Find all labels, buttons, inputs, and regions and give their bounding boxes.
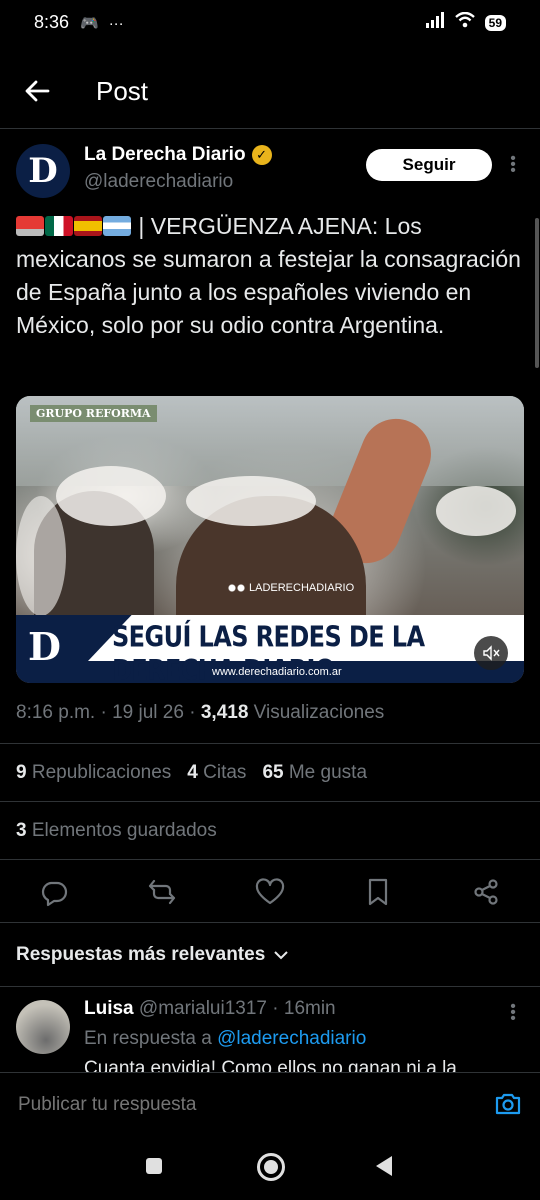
banner-logo: D: [28, 624, 61, 669]
divider: [0, 859, 540, 860]
video-foam: [56, 466, 166, 526]
tweet-video[interactable]: GRUPO REFORMA LADERECHADIARIO D SEGUÍ LA…: [16, 396, 524, 683]
saved-label: Elementos guardados: [31, 820, 217, 841]
divider: [0, 801, 540, 802]
divider: [0, 986, 540, 987]
tweet-meta: 8:16 p.m. · 19 jul 26 · 3,418 Visualizac…: [16, 702, 385, 723]
saved-count: 3: [16, 820, 27, 841]
camera-icon[interactable]: [494, 1090, 522, 1118]
replies-sort-label: Respuestas más relevantes: [16, 944, 266, 965]
divider: [0, 743, 540, 744]
reply-avatar[interactable]: [16, 1000, 70, 1054]
author-handle[interactable]: @laderechadiario: [84, 171, 233, 193]
video-watermark: LADERECHADIARIO: [228, 582, 354, 594]
divider: [0, 922, 540, 923]
reply-author-name[interactable]: Luisa: [84, 998, 134, 1019]
reply-icon[interactable]: [38, 876, 70, 908]
share-icon[interactable]: [470, 876, 502, 908]
status-notification-icons: 🎮 ···: [80, 14, 124, 33]
more-options-icon[interactable]: • • •: [508, 151, 518, 179]
back-arrow-icon[interactable]: [22, 76, 52, 106]
reposts-count: 9: [16, 762, 27, 783]
scrollbar[interactable]: [535, 218, 539, 368]
wifi-icon: [454, 11, 475, 33]
siren-emoji-icon: [16, 216, 44, 236]
banner-url: www.derechadiario.com.ar: [212, 666, 342, 678]
likes-label: Me gusta: [288, 762, 368, 783]
likes-count: 65: [262, 762, 284, 783]
avatar-letter: D: [28, 151, 58, 191]
views-count: 3,418: [200, 702, 249, 723]
tweet-time: 8:16 p.m.: [16, 702, 96, 723]
home-button-dot: [264, 1160, 278, 1174]
video-foam: [16, 496, 66, 616]
reply-header: Luisa @marialui1317 · 16min: [84, 998, 336, 1020]
status-right: 59: [425, 11, 506, 33]
recents-button[interactable]: [146, 1158, 162, 1174]
argentina-flag-icon: [103, 216, 131, 236]
tweet-date: 19 jul 26: [112, 702, 184, 723]
system-back-button[interactable]: [376, 1156, 392, 1176]
quotes-label: Citas: [203, 762, 247, 783]
replies-sort-dropdown[interactable]: Respuestas más relevantes: [16, 944, 289, 966]
views-label: Visualizaciones: [253, 702, 385, 723]
status-time: 8:36: [34, 12, 70, 32]
page-title: Post: [96, 76, 149, 106]
game-controller-icon: 🎮: [80, 15, 99, 32]
reply-to-handle-link[interactable]: @laderechadiario: [217, 1028, 366, 1049]
battery-indicator: 59: [484, 14, 506, 31]
verified-badge-icon: ✓: [251, 145, 272, 165]
repost-icon[interactable]: [146, 876, 178, 908]
reply-to-prefix: En respuesta a: [84, 1028, 212, 1049]
reply-separator: ·: [266, 998, 284, 1019]
signal-icon: [425, 12, 445, 33]
follow-button[interactable]: Seguir: [366, 149, 492, 181]
author-name[interactable]: La Derecha Diario ✓: [84, 144, 272, 166]
header-divider: [0, 128, 540, 129]
likes-stat[interactable]: 65 Me gusta: [262, 762, 367, 784]
video-foam: [436, 486, 516, 536]
reply-time: 16min: [283, 998, 336, 1019]
reply-input[interactable]: [16, 1093, 460, 1117]
mute-icon[interactable]: [474, 636, 508, 670]
reply-author-handle[interactable]: @marialui1317: [139, 998, 267, 1019]
reply-more-options-icon[interactable]: • • •: [508, 999, 518, 1027]
status-extra: ···: [108, 14, 124, 32]
quotes-count: 4: [187, 762, 198, 783]
like-heart-icon[interactable]: [254, 876, 286, 908]
quotes-stat[interactable]: 4 Citas: [187, 762, 246, 784]
bookmark-icon[interactable]: [362, 876, 394, 908]
reposts-label: Republicaciones: [31, 762, 172, 783]
mexico-flag-icon: [45, 216, 73, 236]
author-name-text: La Derecha Diario: [84, 144, 246, 165]
reposts-stat[interactable]: 9 Republicaciones: [16, 762, 171, 784]
saved-stat[interactable]: 3 Elementos guardados: [16, 820, 217, 842]
tweet-text: | VERGÜENZA AJENA: Los mexicanos se suma…: [16, 210, 521, 342]
chevron-down-icon: [274, 951, 288, 960]
spain-flag-icon: [74, 216, 102, 236]
engagement-stats: 9 Republicaciones 4 Citas 65 Me gusta: [16, 762, 367, 784]
watermark-text: LADERECHADIARIO: [249, 582, 355, 594]
reply-text: Cuanta envidia! Como ellos no ganan ni a…: [84, 1058, 457, 1072]
video-foam: [186, 476, 316, 526]
reply-context: En respuesta a @laderechadiario: [84, 1028, 366, 1050]
source-tag: GRUPO REFORMA: [30, 405, 157, 422]
author-avatar[interactable]: D: [16, 144, 70, 198]
social-icons: [228, 583, 246, 593]
